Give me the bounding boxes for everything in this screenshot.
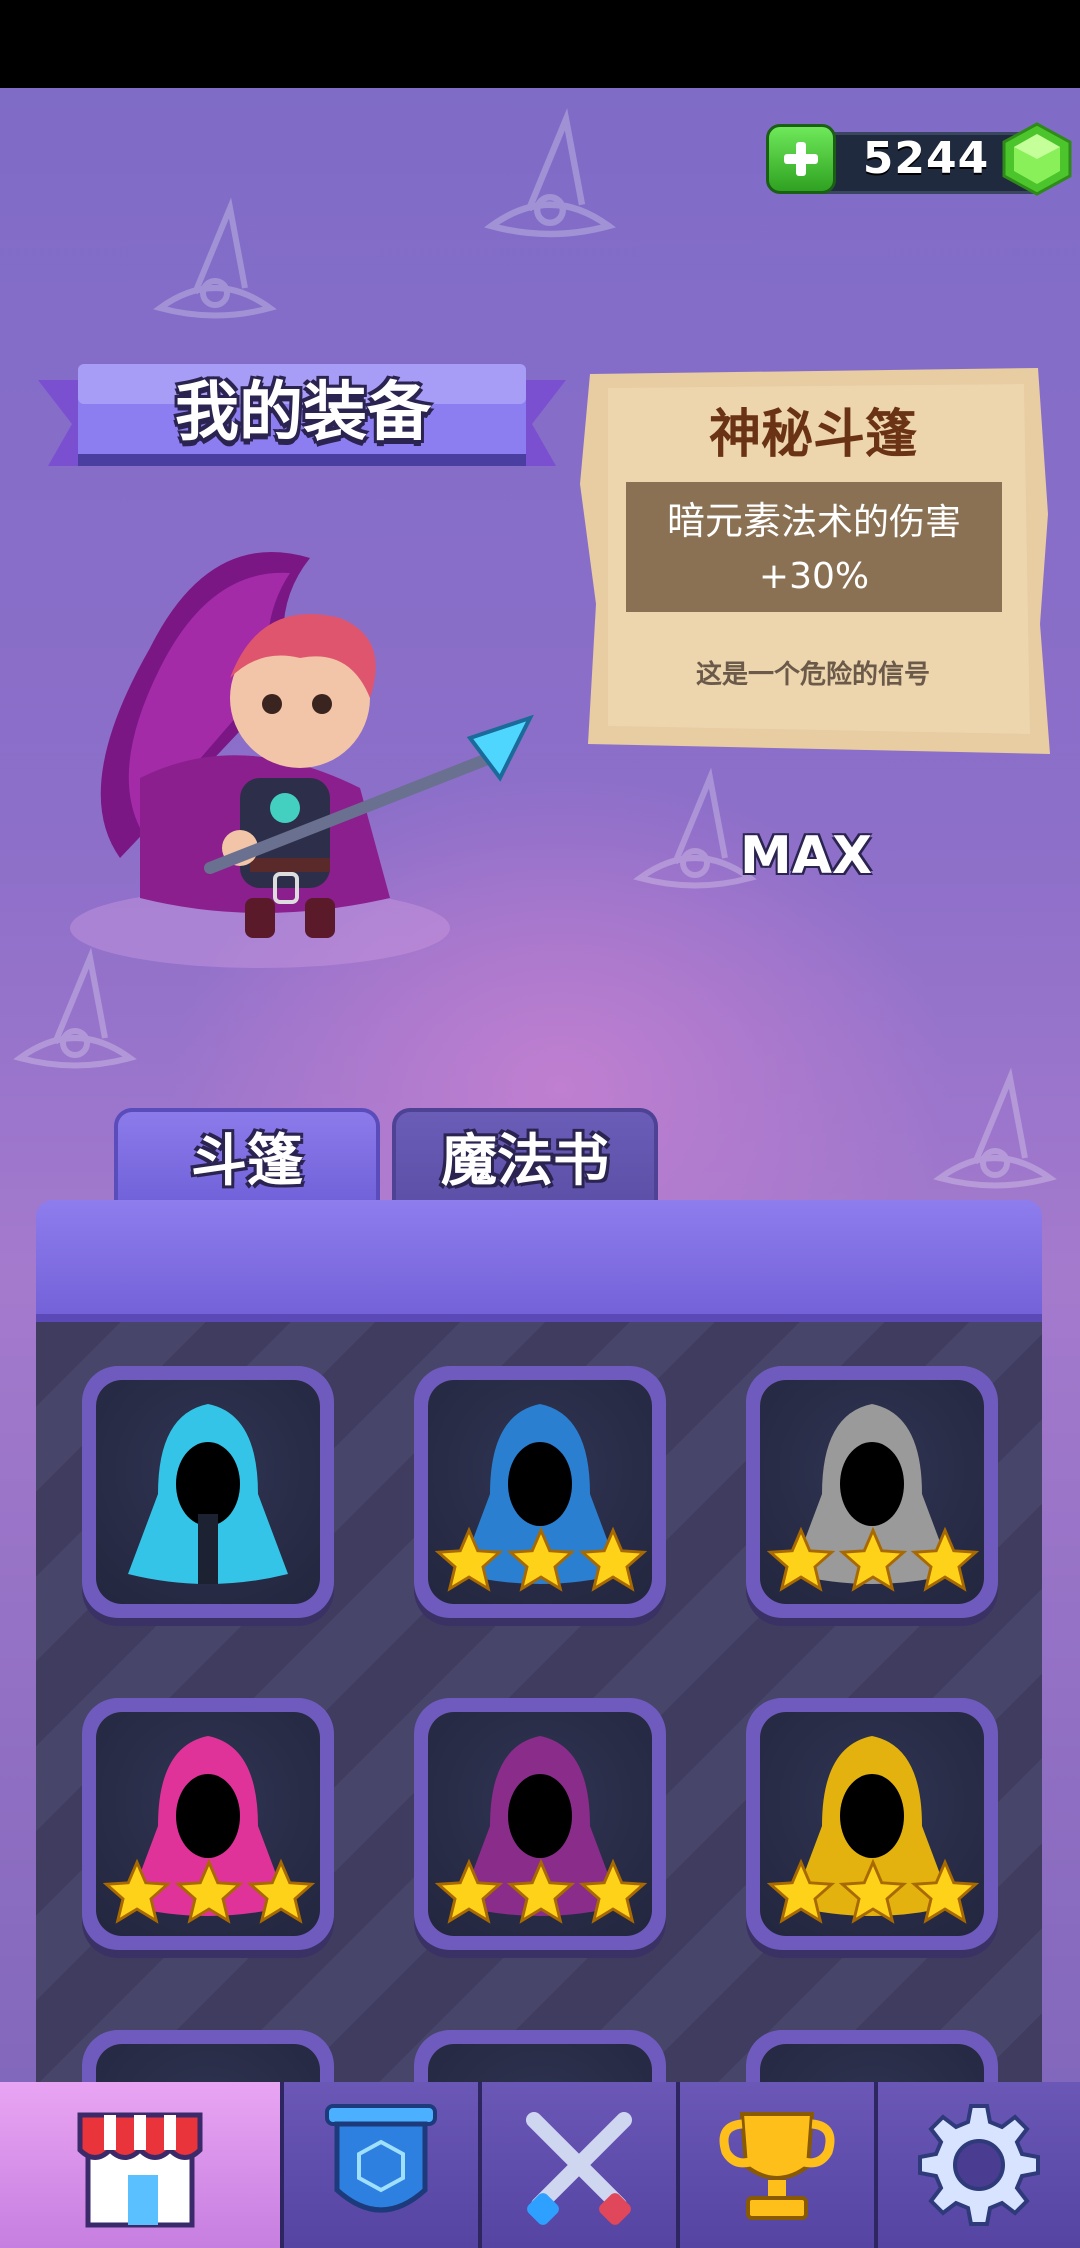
star-rating	[434, 1526, 648, 1596]
item-effect-box: 暗元素法术的伤害 +30%	[626, 482, 1002, 612]
item-slot[interactable]	[82, 1366, 334, 1618]
item-slot-inner	[96, 1380, 320, 1604]
star-icon	[506, 1858, 576, 1924]
nav-settings[interactable]	[878, 2082, 1080, 2248]
item-slot[interactable]	[414, 1366, 666, 1618]
star-rating	[766, 1858, 980, 1928]
effect-text: 法术的伤害	[781, 502, 962, 543]
star-icon	[174, 1858, 244, 1924]
page-title: 我的装备	[175, 376, 431, 450]
star-icon	[506, 1526, 576, 1592]
nav-shop[interactable]	[0, 2082, 284, 2248]
item-slot-inner	[96, 1712, 320, 1936]
crossed-swords-icon	[526, 2112, 632, 2225]
level-label: MAX	[740, 826, 873, 886]
gem-counter: 5244	[766, 122, 1072, 196]
item-slot-inner	[428, 1712, 652, 1936]
star-rating	[102, 1858, 316, 1928]
item-flavor-text: 这是一个危险的信号	[695, 660, 930, 690]
star-icon	[102, 1858, 172, 1924]
tab-cloak[interactable]: 斗篷	[114, 1108, 380, 1212]
item-slot[interactable]	[746, 1366, 998, 1618]
bottom-nav	[0, 2082, 1080, 2248]
gem-icon	[1002, 122, 1072, 196]
cloak-icon	[128, 1404, 288, 1584]
gear-icon	[918, 2104, 1040, 2226]
trophy-icon	[719, 2112, 835, 2220]
plus-icon-vertical	[796, 142, 806, 176]
wizard-character	[70, 552, 534, 968]
star-icon	[910, 1526, 980, 1592]
status-bar	[0, 0, 1080, 88]
hat-decoration-icon	[484, 108, 616, 238]
clan-shield-icon	[325, 2104, 437, 2213]
effect-value: +30%	[758, 556, 870, 597]
item-info-card: 神秘斗篷 暗元素法术的伤害 +30% 这是一个危险的信号	[578, 364, 1056, 764]
item-slot-inner	[760, 1712, 984, 1936]
game-screen: 5244 我的装备 神秘斗篷 暗元素法术的伤害 +30% 这是一个危险的信号 M…	[0, 88, 1080, 2248]
star-icon	[434, 1858, 504, 1924]
item-slot[interactable]	[414, 1698, 666, 1950]
star-icon	[766, 1526, 836, 1592]
star-icon	[838, 1858, 908, 1924]
item-slot[interactable]	[746, 1698, 998, 1950]
star-icon	[434, 1526, 504, 1592]
item-name: 神秘斗篷	[708, 405, 917, 465]
star-icon	[578, 1526, 648, 1592]
item-slot[interactable]	[82, 1698, 334, 1950]
star-rating	[434, 1858, 648, 1928]
item-slot-inner	[428, 1380, 652, 1604]
star-icon	[578, 1858, 648, 1924]
effect-element: 暗元素	[666, 499, 781, 543]
title-banner: 我的装备	[38, 358, 566, 488]
panel-header	[36, 1200, 1042, 1322]
hat-decoration-icon	[153, 198, 277, 319]
star-icon	[838, 1526, 908, 1592]
hat-decoration-icon	[933, 1068, 1057, 1189]
star-icon	[910, 1858, 980, 1924]
add-gems-button[interactable]	[766, 124, 836, 194]
gem-count: 5244	[862, 133, 990, 184]
item-effect: 暗元素法术的伤害	[626, 494, 1002, 550]
item-slot-inner	[760, 1380, 984, 1604]
nav-clan[interactable]	[284, 2082, 482, 2248]
star-icon	[766, 1858, 836, 1924]
shop-icon	[77, 2112, 203, 2228]
star-icon	[246, 1858, 316, 1924]
nav-battle[interactable]	[482, 2082, 680, 2248]
nav-trophy[interactable]	[680, 2082, 878, 2248]
star-rating	[766, 1526, 980, 1596]
tab-spellbook[interactable]: 魔法书	[392, 1108, 658, 1212]
